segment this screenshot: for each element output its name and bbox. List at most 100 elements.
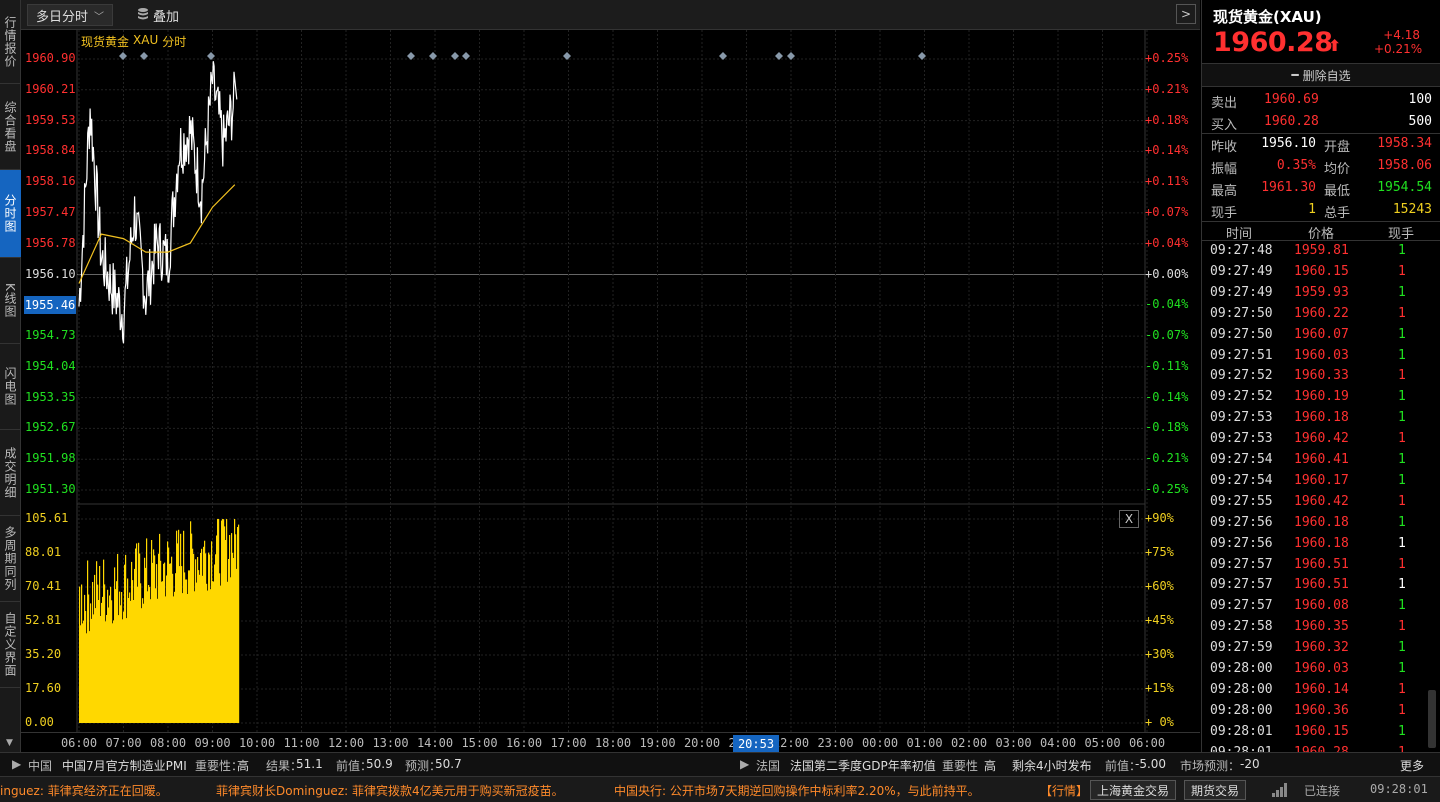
change-value: +4.18	[1383, 28, 1420, 42]
news-item[interactable]: 中国央行: 公开市场7天期逆回购操作中标利率2.20%，与此前持平。	[614, 782, 980, 799]
tab-multi-period[interactable]: 多周期同列	[0, 516, 21, 602]
volume-axis-label: 0.00	[25, 715, 54, 729]
tick-time: 09:27:52	[1210, 389, 1273, 405]
tick-price: 1960.51	[1294, 556, 1349, 572]
ticks-list[interactable]: 09:27:48 1959.81 1 09:27:49 1960.15 1 09:27:49…	[1202, 241, 1440, 752]
prev-close-value: 1956.10	[1261, 136, 1316, 151]
event2-prev: -5.00	[1135, 757, 1167, 771]
buy-row: 买入 1960.28 500	[1202, 111, 1440, 133]
tick-row: 09:27:51 1960.03 1	[1202, 346, 1440, 366]
tick-price: 1960.36	[1294, 702, 1349, 718]
tick-volume: 1	[1398, 263, 1406, 279]
tick-price: 1960.33	[1294, 368, 1349, 384]
tick-row: 09:27:50 1960.22 1	[1202, 304, 1440, 324]
timeshare-chart[interactable]: 现货黄金 XAU 分时 1960.90 1960.21 1959.53 1958.84…	[21, 30, 1200, 752]
tab-flash-chart[interactable]: 闪电图	[0, 344, 21, 430]
time-axis-label: 00:00	[861, 736, 899, 750]
tick-time: 09:27:56	[1210, 514, 1273, 530]
event1-prev: 50.9	[366, 757, 393, 771]
multiday-timeshare-dropdown[interactable]: 多日分时 ﹀	[27, 4, 114, 26]
avg-label: 均价	[1324, 162, 1351, 177]
tab-overview[interactable]: 综合看盘	[0, 84, 21, 170]
sell-label: 卖出	[1211, 96, 1238, 111]
tick-price: 1960.17	[1294, 472, 1349, 488]
tick-price: 1960.42	[1294, 431, 1349, 447]
percent-axis-label: -0.18%	[1145, 420, 1189, 435]
tick-time: 09:28:01	[1210, 745, 1273, 752]
time-axis-label: 20:00	[683, 736, 721, 750]
event2-importance: 高	[984, 759, 997, 773]
chart-title: 现货黄金 XAU 分时	[81, 33, 186, 50]
ticks-scrollbar[interactable]	[1428, 690, 1436, 748]
tick-price: 1960.41	[1294, 452, 1349, 467]
remove-favorite-button[interactable]: ━ 删除自选	[1202, 63, 1440, 87]
event1-title[interactable]: 中国7月官方制造业PMI	[62, 757, 187, 774]
percent-axis-label: +0.18%	[1145, 112, 1189, 127]
chevron-right-icon[interactable]: >	[1176, 4, 1196, 24]
economic-calendar-bar: ▶ 中国 中国7月官方制造业PMI 重要性： 高 结果： 51.1 前值： 50…	[0, 752, 1440, 776]
buy-price: 1960.28	[1264, 114, 1319, 129]
tick-row: 09:27:50 1960.07 1	[1202, 325, 1440, 345]
futures-trade-button[interactable]: 期货交易	[1184, 780, 1247, 800]
tick-time: 09:28:00	[1210, 702, 1273, 718]
tick-time: 09:27:58	[1210, 619, 1273, 635]
tick-time: 09:27:48	[1210, 243, 1273, 258]
volume-bar	[238, 524, 240, 723]
volume-axis-label: 35.20	[25, 647, 62, 661]
event2-title[interactable]: 法国第二季度GDP年率初值	[790, 757, 936, 774]
tick-price: 1960.35	[1294, 619, 1349, 635]
news-item[interactable]: inguez: 菲律宾经济正在回暖。	[0, 782, 168, 799]
symbol-name: 现货黄金(XAU)	[1213, 8, 1322, 26]
tab-quotes[interactable]: 行情报价	[0, 0, 21, 84]
volume-percent-label: +45%	[1145, 613, 1174, 627]
play-icon[interactable]: ▶	[12, 757, 21, 771]
price-change: +4.18 +0.21%	[1374, 28, 1422, 56]
tab-custom-layout[interactable]: 自定义界面	[0, 602, 21, 688]
total-volume-label: 总手	[1324, 206, 1351, 221]
time-axis-label: 10:00	[238, 736, 276, 750]
tick-row: 09:28:00 1960.14 1	[1202, 680, 1440, 700]
tick-time: 09:27:50	[1210, 326, 1273, 342]
scroll-down-icon[interactable]: ▼	[6, 738, 13, 748]
tick-row: 09:27:59 1960.32 1	[1202, 638, 1440, 658]
play-icon[interactable]: ▶	[740, 757, 749, 771]
volume-axis-label: 17.60	[25, 681, 62, 695]
tab-timeshare[interactable]: 分时图	[0, 170, 21, 258]
tick-volume: 1	[1398, 514, 1406, 530]
time-axis-label: 02:00	[950, 736, 988, 750]
more-link[interactable]: 更多	[1400, 757, 1424, 774]
price-axis-label: 1954.04	[25, 358, 76, 373]
tick-price: 1960.03	[1294, 347, 1349, 363]
tick-price: 1960.07	[1294, 326, 1349, 342]
last-price: 1960.28	[1213, 27, 1333, 58]
shanghai-gold-trade-button[interactable]: 上海黄金交易	[1090, 780, 1177, 800]
overlay-button[interactable]: 叠加	[131, 4, 185, 26]
event1-forecast: 50.7	[435, 757, 462, 771]
chevron-down-icon: ﹀	[94, 11, 105, 23]
volume-row: 现手 1 总手 15243	[1202, 199, 1440, 221]
percent-axis-label: +0.07%	[1145, 204, 1189, 219]
clock: 09:28:01	[1370, 782, 1428, 796]
open-label: 开盘	[1324, 140, 1351, 155]
tick-volume: 1	[1398, 745, 1406, 752]
up-arrow-icon: ⬆	[1328, 36, 1342, 55]
news-item[interactable]: 菲律宾财长Dominguez: 菲律宾拨款4亿美元用于购买新冠疫苗。	[216, 782, 564, 799]
tick-volume: 1	[1398, 723, 1406, 739]
tab-trade-details[interactable]: 成交明细	[0, 430, 21, 516]
price-axis-label: 1958.84	[25, 143, 76, 158]
event2-importance-label: 重要性	[942, 759, 979, 773]
overlay-label: 叠加	[153, 9, 180, 25]
tick-row: 09:27:53 1960.42 1	[1202, 429, 1440, 449]
percent-axis-label: -0.25%	[1145, 482, 1189, 496]
close-volume-panel-button[interactable]: X	[1119, 510, 1139, 528]
tick-row: 09:27:49 1959.93 1	[1202, 283, 1440, 303]
volume-percent-label: +30%	[1145, 647, 1174, 661]
price-axis-label: 1960.90	[25, 51, 76, 65]
tick-volume: 1	[1398, 535, 1406, 551]
left-nav-tabs: 行情报价 综合看盘 分时图 K线图 闪电图 成交明细 多周期同列 自定义界面 ▼	[0, 0, 21, 752]
sell-row: 卖出 1960.69 100	[1202, 89, 1440, 111]
low-label: 最低	[1324, 184, 1351, 199]
tick-row: 09:28:01 1960.28 1	[1202, 743, 1440, 752]
price-line	[78, 61, 238, 344]
tab-kline[interactable]: K线图	[0, 258, 21, 344]
